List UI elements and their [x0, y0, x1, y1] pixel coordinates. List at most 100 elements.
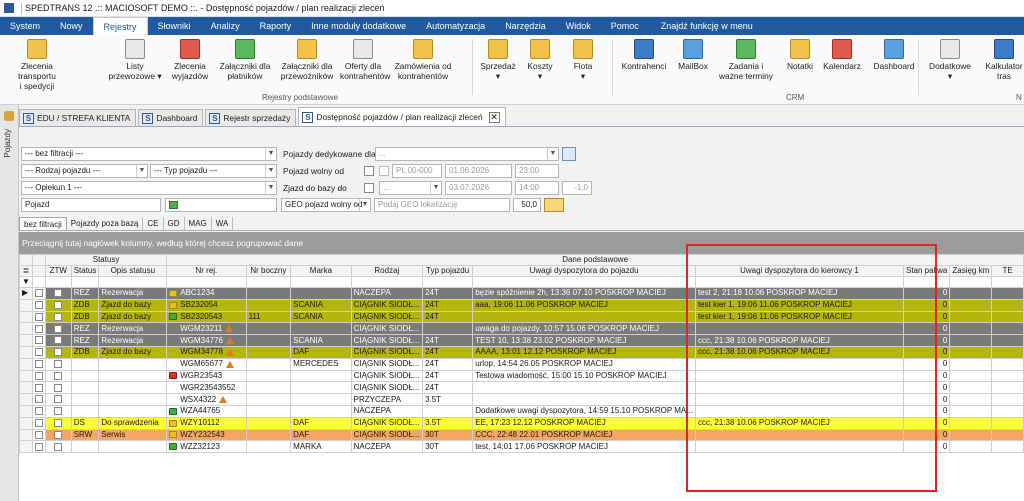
return-date-input[interactable]: 03.07.2026	[445, 181, 512, 195]
column-header-1[interactable]: Status	[70, 265, 100, 277]
ztw-cell[interactable]	[44, 416, 72, 430]
ribbon-button-12[interactable]: Zadania i ważne terminy	[716, 39, 776, 81]
document-tab-1[interactable]: S Dashboard	[138, 109, 204, 126]
column-header-10[interactable]: Stan paliwa	[902, 265, 951, 277]
vehicle-type-select[interactable]: --- Typ pojazdu --- ▼	[150, 164, 277, 178]
document-tab-3[interactable]: S Dostępność pojazdów / plan realizacji z…	[298, 107, 506, 126]
ztw-cell[interactable]	[44, 357, 72, 371]
row-select-cell[interactable]	[31, 298, 46, 312]
ribbon-button-15[interactable]: Dashboard	[868, 39, 920, 71]
column-header-11[interactable]: Zasięg km	[949, 265, 993, 277]
column-header-7[interactable]: Typ pojazdu	[422, 265, 474, 277]
ztw-checkbox[interactable]	[54, 336, 63, 345]
group-by-panel[interactable]: Przeciągnij tutaj nagłówek kolumny, wedł…	[19, 232, 1024, 254]
menu-item-3[interactable]: Słowniki	[148, 17, 201, 35]
document-tab-0[interactable]: S EDU / STREFA KLIENTA	[19, 109, 137, 126]
free-from-date-input[interactable]: 01.06.2026	[445, 164, 512, 178]
filter-cell[interactable]	[44, 276, 72, 288]
table-row[interactable]: ZDB Zjazd do bazy SB232054 SCANIA CIĄGNIK SI…	[19, 298, 1024, 312]
vehicle-input[interactable]: Pojazd	[21, 198, 161, 212]
ribbon-button-1[interactable]: Listy przewozowe ▾	[104, 39, 166, 81]
ribbon-button-5[interactable]: Oferty dla kontrahentów	[340, 39, 390, 81]
column-header-6[interactable]: Rodzaj	[350, 265, 424, 277]
column-header-8[interactable]: Uwagi dyspozytora do pojazdu	[472, 265, 696, 277]
column-header-9[interactable]: Uwagi dyspozytora do kierowcy 1	[694, 265, 905, 277]
filter-cell[interactable]	[422, 276, 474, 288]
menu-item-1[interactable]: Nowy	[50, 17, 93, 35]
return-checkbox[interactable]	[364, 183, 374, 193]
row-checkbox[interactable]	[34, 360, 43, 369]
ztw-cell[interactable]	[44, 381, 72, 395]
filter-cell[interactable]	[290, 276, 352, 288]
ribbon-button-2[interactable]: Zlecenia wyjazdów	[166, 39, 214, 81]
menu-item-7[interactable]: Automatyzacja	[416, 17, 495, 35]
row-checkbox[interactable]	[34, 312, 43, 321]
filter-mode-select[interactable]: --- bez filtracji --- ▼	[21, 147, 277, 161]
row-checkbox[interactable]	[34, 336, 43, 345]
guardian-select[interactable]: --- Opiekun 1 --- ▼	[21, 181, 277, 195]
row-checkbox[interactable]	[34, 371, 43, 380]
row-checkbox[interactable]	[34, 407, 43, 416]
filter-cell[interactable]	[694, 276, 905, 288]
row-select-cell[interactable]	[31, 345, 46, 359]
menu-item-10[interactable]: Pomoc	[601, 17, 649, 35]
row-checkbox[interactable]	[34, 301, 43, 310]
row-select-cell[interactable]	[31, 357, 46, 371]
row-select-cell[interactable]	[31, 440, 46, 454]
row-checkbox[interactable]	[34, 324, 43, 333]
ztw-checkbox[interactable]	[54, 371, 63, 380]
return-offset-input[interactable]: -1,0	[562, 181, 592, 195]
filter-cell[interactable]	[166, 276, 247, 288]
dedicated-lookup-button[interactable]	[562, 147, 576, 161]
table-row[interactable]: WZA44765 NACZEPA Dodatkowe uwagi dyspozyto…	[19, 404, 1024, 418]
ztw-checkbox[interactable]	[54, 407, 63, 416]
side-panel-label[interactable]: Pojazdy	[3, 129, 12, 157]
ztw-cell[interactable]	[44, 428, 72, 442]
ztw-cell[interactable]	[44, 322, 72, 336]
ribbon-button-17[interactable]: Kalkulator tras	[980, 39, 1024, 81]
table-row[interactable]: WZZ32123 MARKA NACZEPA 30T test, 14:01 17.06…	[19, 440, 1024, 454]
dedicated-select[interactable]: ... ▼	[375, 147, 559, 161]
ribbon-button-10[interactable]: Kontrahenci	[618, 39, 670, 71]
ribbon-button-11[interactable]: MailBox	[674, 39, 712, 71]
ribbon-button-7[interactable]: Sprzedaż ▾	[478, 39, 518, 81]
column-header-4[interactable]: Nr boczny	[245, 265, 292, 277]
ztw-cell[interactable]	[44, 334, 72, 347]
ztw-checkbox[interactable]	[54, 430, 63, 439]
filter-cell[interactable]	[98, 276, 168, 288]
view-tab-5[interactable]: WA	[211, 217, 234, 230]
table-row[interactable]: ZDB Zjazd do bazy WGM34778 DAF CIĄGNIK SIODŁ…	[19, 345, 1024, 359]
ztw-cell[interactable]	[44, 310, 72, 324]
row-checkbox[interactable]	[34, 430, 43, 439]
column-header-3[interactable]: Nr rej.	[166, 265, 247, 277]
menu-search-box[interactable]: Znajdź funkcję w menu	[661, 17, 753, 35]
row-select-cell[interactable]	[31, 416, 46, 430]
row-checkbox[interactable]	[34, 348, 43, 357]
close-icon[interactable]: ✕	[488, 111, 500, 123]
ribbon-button-16[interactable]: Dodatkowe ▾	[925, 39, 975, 81]
geo-location-input[interactable]: Podaj GEO lokalizację	[374, 198, 510, 212]
menu-item-6[interactable]: Inne moduły dodatkowe	[301, 17, 416, 35]
row-select-cell[interactable]	[31, 381, 46, 395]
row-select-cell[interactable]	[31, 393, 46, 406]
table-row[interactable]: ZDB Zjazd do bazy SB2320543 111 SCANIA CIĄGNI…	[19, 310, 1024, 324]
row-checkbox[interactable]	[34, 383, 43, 392]
view-tab-2[interactable]: CE	[143, 217, 164, 230]
ribbon-button-3[interactable]: Załączniki dla płatników	[214, 39, 276, 81]
table-row[interactable]: SRW Serwis WZY232543 DAF CIĄGNIK SIODŁ... 30T…	[19, 428, 1024, 442]
column-header-12[interactable]: TE	[991, 265, 1024, 277]
column-header-5[interactable]: Marka	[290, 265, 352, 277]
document-tab-2[interactable]: S Rejestr sprzedaży	[205, 109, 297, 126]
return-time-input[interactable]: 14:00	[515, 181, 559, 195]
ztw-cell[interactable]	[44, 440, 72, 454]
menu-item-8[interactable]: Narzędzia	[495, 17, 556, 35]
table-row[interactable]: WGR23543552 CIĄGNIK SIODŁ... 24T 0	[19, 381, 1024, 395]
geo-mode-select[interactable]: GEO pojazd wolny od ▼	[281, 198, 371, 212]
ztw-cell[interactable]	[44, 345, 72, 359]
ztw-checkbox[interactable]	[54, 312, 63, 321]
ribbon-button-14[interactable]: Kalendarz	[820, 39, 864, 71]
filter-cell[interactable]	[902, 276, 951, 288]
table-row[interactable]: REZ Rezerwacja WGM23211 CIĄGNIK SIODŁ... uwa…	[19, 322, 1024, 336]
filter-cell[interactable]	[472, 276, 696, 288]
table-row[interactable]: REZ Rezerwacja WGM34776 SCANIA CIĄGNIK SIODŁ…	[19, 334, 1024, 347]
